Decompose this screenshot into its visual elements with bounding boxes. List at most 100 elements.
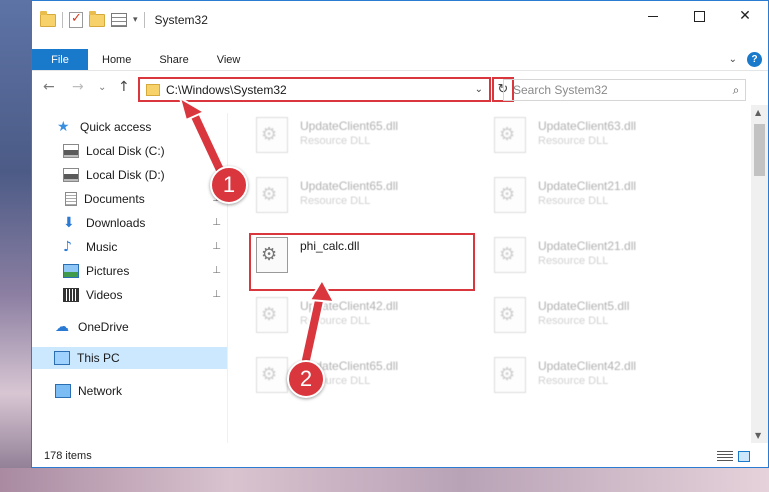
sidebar-item-label: Pictures <box>86 264 130 278</box>
pin-icon[interactable]: ⊥ <box>212 265 221 276</box>
sidebar-item-downloads[interactable]: ⬇ Downloads ⊥ <box>32 212 227 234</box>
file-item[interactable]: UpdateClient21.dll Resource DLL <box>488 229 708 281</box>
file-item[interactable]: UpdateClient5.dll Resource DLL <box>488 289 708 341</box>
dll-file-icon <box>494 237 526 273</box>
dll-file-icon <box>256 357 288 393</box>
file-description: Resource DLL <box>538 135 609 147</box>
pc-icon <box>54 351 70 365</box>
sidebar-item-local-disk-c[interactable]: Local Disk (C:) <box>32 140 227 162</box>
documents-icon <box>65 192 77 206</box>
file-description: Resource DLL <box>300 135 371 147</box>
forward-arrow-icon[interactable]: → <box>72 79 84 95</box>
file-item[interactable]: UpdateClient21.dll Resource DLL <box>488 169 708 221</box>
sidebar-item-documents[interactable]: Documents ⊥ <box>32 188 227 210</box>
folder-icon <box>40 10 56 27</box>
tab-share[interactable]: Share <box>145 49 202 70</box>
properties-check-icon[interactable] <box>69 11 83 28</box>
navigation-row: ← → ⌄ ↑ C:\Windows\System32 ⌄ ↻ ⌕ <box>32 76 768 104</box>
status-bar: 178 items <box>32 445 768 467</box>
file-description: Resource DLL <box>300 195 371 207</box>
tab-file[interactable]: File <box>32 49 88 70</box>
network-icon <box>55 384 71 398</box>
back-arrow-icon[interactable]: ← <box>43 79 55 95</box>
search-box[interactable]: ⌕ <box>503 79 746 101</box>
toolbar-separator <box>143 12 145 28</box>
file-item[interactable]: UpdateClient65.dll Resource DLL <box>250 109 470 161</box>
file-description: Resource DLL <box>300 315 371 327</box>
dll-file-icon <box>494 357 526 393</box>
file-description: Resource DLL <box>538 195 609 207</box>
minimize-button[interactable] <box>630 1 676 31</box>
pictures-icon <box>63 264 79 278</box>
pin-icon[interactable]: ⊥ <box>212 289 221 300</box>
file-name: UpdateClient42.dll <box>538 359 637 373</box>
title-bar: ▾ System32 ✕ <box>32 1 768 41</box>
properties-icon[interactable] <box>111 13 127 27</box>
navigation-pane: ★ Quick access Local Disk (C:) Local Dis… <box>32 113 227 443</box>
sidebar-item-videos[interactable]: Videos ⊥ <box>32 284 227 306</box>
sidebar-item-label: Documents <box>84 192 145 206</box>
file-name: UpdateClient5.dll <box>538 299 630 313</box>
sidebar-item-pictures[interactable]: Pictures ⊥ <box>32 260 227 282</box>
pin-icon[interactable]: ⊥ <box>212 217 221 228</box>
pane-divider[interactable] <box>227 113 228 443</box>
address-dropdown-icon[interactable]: ⌄ <box>475 84 483 95</box>
dll-file-icon <box>256 177 288 213</box>
sidebar-item-local-disk-d[interactable]: Local Disk (D:) <box>32 164 227 186</box>
scrollbar-thumb[interactable] <box>754 124 765 176</box>
file-name: UpdateClient21.dll <box>538 179 637 193</box>
address-bar[interactable]: C:\Windows\System32 ⌄ <box>138 77 491 102</box>
file-item[interactable]: UpdateClient42.dll Resource DLL <box>488 349 708 401</box>
search-input[interactable] <box>513 83 727 97</box>
tab-home[interactable]: Home <box>88 49 145 70</box>
sidebar-item-onedrive[interactable]: ☁ OneDrive <box>32 316 227 338</box>
dll-file-icon <box>494 297 526 333</box>
search-icon[interactable]: ⌕ <box>727 83 745 98</box>
recent-locations-icon[interactable]: ⌄ <box>98 82 106 93</box>
drive-icon <box>63 144 79 158</box>
dll-file-icon <box>256 297 288 333</box>
vertical-scrollbar[interactable]: ▲ ▼ <box>751 105 768 443</box>
item-count: 178 items <box>44 450 92 462</box>
sidebar-item-this-pc[interactable]: This PC <box>32 347 227 369</box>
maximize-button[interactable] <box>676 1 722 31</box>
dll-file-icon <box>494 117 526 153</box>
file-name: UpdateClient65.dll <box>300 179 399 193</box>
scroll-up-icon[interactable]: ▲ <box>755 108 761 117</box>
address-path[interactable]: C:\Windows\System32 <box>166 83 475 97</box>
ribbon-right: ⌄ ? <box>729 49 768 70</box>
large-icons-view-icon[interactable] <box>738 451 750 462</box>
file-item[interactable]: UpdateClient63.dll Resource DLL <box>488 109 708 161</box>
desktop-background-bottom <box>0 468 769 492</box>
sidebar-item-label: Local Disk (D:) <box>86 168 165 182</box>
details-view-icon[interactable] <box>717 451 733 462</box>
videos-icon <box>63 288 79 302</box>
file-name: UpdateClient21.dll <box>538 239 637 253</box>
star-icon: ★ <box>57 119 70 135</box>
sidebar-item-music[interactable]: ♪ Music ⊥ <box>32 236 227 258</box>
help-icon[interactable]: ? <box>747 52 762 67</box>
sidebar-item-label: Network <box>78 384 123 398</box>
step-1-badge: 1 <box>210 166 248 204</box>
up-arrow-icon[interactable]: ↑ <box>118 79 130 95</box>
file-item[interactable]: UpdateClient65.dll Resource DLL <box>250 349 470 401</box>
tab-view[interactable]: View <box>203 49 255 70</box>
sidebar-item-label: Downloads <box>86 216 146 230</box>
file-item[interactable]: UpdateClient42.dll Resource DLL <box>250 289 470 341</box>
file-name: UpdateClient65.dll <box>300 119 399 133</box>
new-folder-icon[interactable] <box>89 10 105 27</box>
expand-ribbon-icon[interactable]: ⌄ <box>729 54 737 65</box>
file-name: UpdateClient42.dll <box>300 299 399 313</box>
customize-toolbar-dropdown[interactable]: ▾ <box>133 15 138 25</box>
scroll-down-icon[interactable]: ▼ <box>755 431 761 440</box>
sidebar-item-network[interactable]: Network <box>32 380 227 402</box>
sidebar-item-quick-access[interactable]: ★ Quick access <box>32 116 227 138</box>
pin-icon[interactable]: ⊥ <box>212 241 221 252</box>
close-button[interactable]: ✕ <box>722 1 768 31</box>
sidebar-item-label: OneDrive <box>78 320 129 334</box>
file-description: Resource DLL <box>538 255 609 267</box>
dll-file-icon <box>256 117 288 153</box>
file-item[interactable]: UpdateClient65.dll Resource DLL <box>250 169 470 221</box>
file-description: Resource DLL <box>538 315 609 327</box>
toolbar-separator <box>62 12 63 28</box>
